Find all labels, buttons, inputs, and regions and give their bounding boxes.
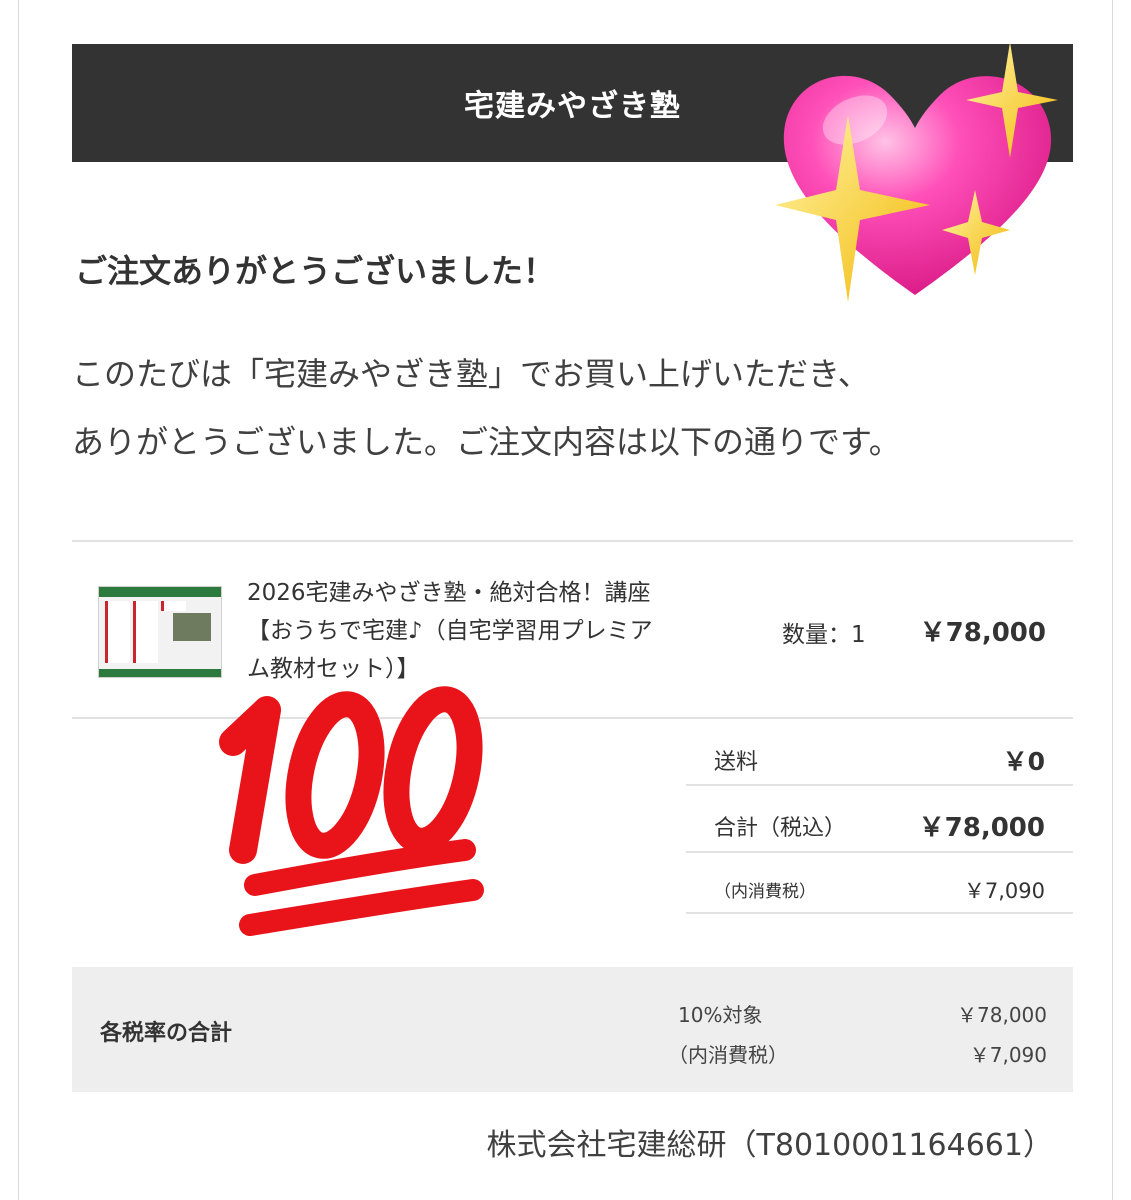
total-value: ￥78,000 [918,813,1045,843]
right-border [1112,0,1113,1200]
left-border [18,0,19,1200]
product-name-line-1: 2026宅建みやざき塾・絶対合格！講座 [247,580,651,606]
tax-included-value: ￥7,090 [969,1043,1047,1067]
consumption-tax-row: （内消費税） ￥7,090 [686,853,1073,914]
product-name-line-2: 【おうちで宅建♪（自宅学習用プレミア [247,618,653,644]
message-line-1: このたびは「宅建みやざき塾」でお買い上げいただき、 [72,355,870,393]
total-label: 合計（税込） [714,816,847,841]
consumption-tax-label: （内消費税） [714,882,816,902]
order-message: このたびは「宅建みやざき塾」でお買い上げいただき、 ありがとうございました。ご注… [72,340,1072,476]
product-price: ￥78,000 [919,618,1046,648]
divider-top [72,540,1073,542]
tax-rate-label: 10%対象 [678,1003,763,1027]
total-row: 合計（税込） ￥78,000 [686,786,1073,853]
shipping-value: ￥0 [1002,747,1045,776]
tax-rate-summary-title: 各税率の合計 [100,1021,233,1046]
sparkling-heart-icon [775,42,1058,302]
product-name[interactable]: 2026宅建みやざき塾・絶対合格！講座 【おうちで宅建♪（自宅学習用プレミア ム… [247,574,717,688]
shipping-row: 送料 ￥0 [686,718,1073,786]
company-name: 株式会社宅建総研（T8010001164661） [486,1128,1053,1163]
tax-included-label: （内消費税） [668,1043,788,1067]
tax-rate-summary: 各税率の合計 10%対象 ￥78,000 （内消費税） ￥7,090 [72,967,1073,1092]
product-thumbnail [98,586,222,678]
consumption-tax-value: ￥7,090 [963,879,1045,903]
tax-rate-value: ￥78,000 [957,1003,1047,1027]
product-quantity: 数量：1 [782,622,866,648]
shipping-label: 送料 [714,750,759,775]
shop-name: 宅建みやざき塾 [464,89,681,124]
thank-you-heading: ご注文ありがとうございました！ [75,252,556,290]
message-line-2: ありがとうございました。ご注文内容は以下の通りです。 [72,423,901,461]
hundred-points-icon [219,686,484,936]
